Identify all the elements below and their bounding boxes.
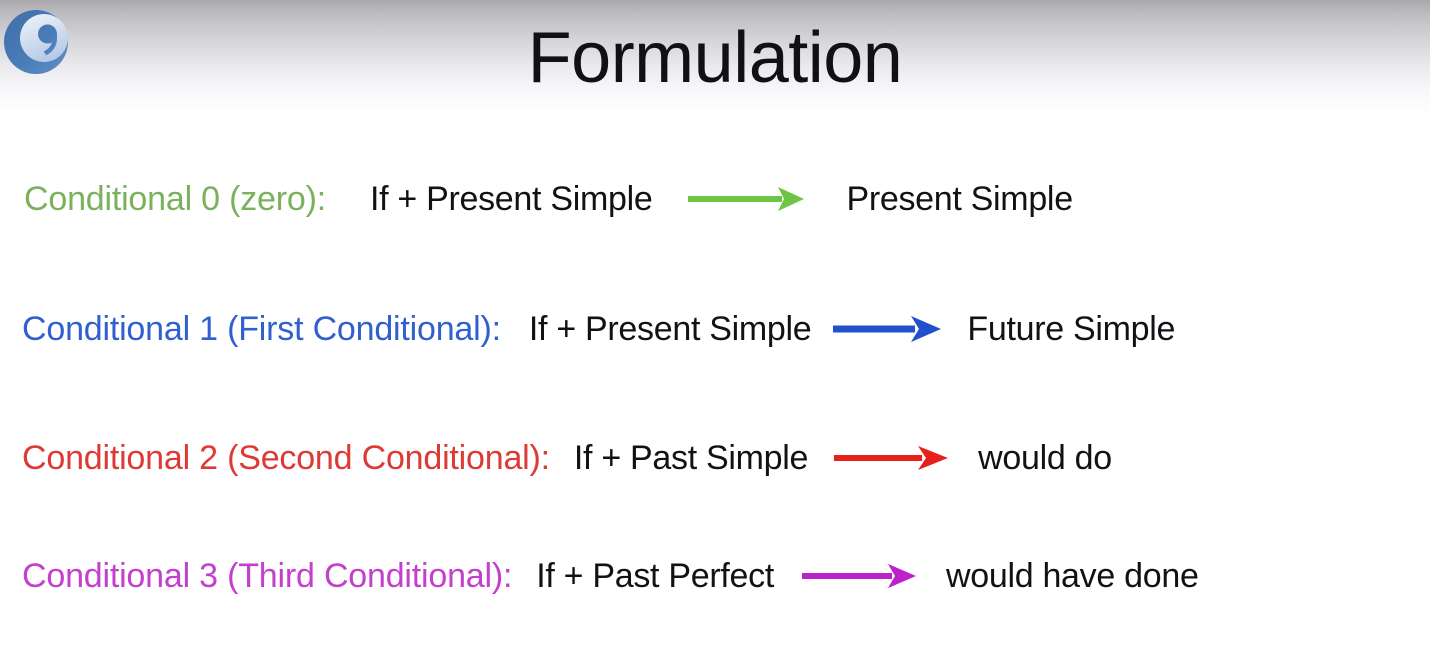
condition-clause-3: If + Past Perfect — [536, 557, 774, 595]
conditional-row-2: Conditional 2 (Second Conditional): If +… — [0, 441, 1430, 475]
result-clause-2: would do — [978, 439, 1112, 477]
condition-clause-1: If + Present Simple — [528, 310, 812, 348]
conditional-row-3: Conditional 3 (Third Conditional): If + … — [0, 559, 1430, 593]
right-arrow-icon — [686, 184, 806, 214]
conditional-row-1: Conditional 1 (First Conditional): If + … — [0, 312, 1430, 346]
conditional-label-0: Conditional 0 (zero): — [24, 180, 326, 218]
condition-clause-0: If + Present Simple — [369, 180, 653, 218]
result-clause-0: Present Simple — [846, 180, 1073, 218]
conditional-label-1: Conditional 1 (First Conditional): — [22, 310, 501, 348]
slide-canvas: Formulation Conditional 0 (zero): If + P… — [0, 0, 1430, 668]
page-title: Formulation — [527, 18, 903, 98]
right-arrow-icon — [800, 561, 918, 591]
condition-clause-2: If + Past Simple — [573, 439, 809, 477]
conditional-label-3: Conditional 3 (Third Conditional): — [22, 557, 513, 595]
right-arrow-icon — [832, 443, 950, 473]
right-arrow-icon — [831, 314, 943, 344]
result-clause-3: would have done — [945, 557, 1199, 595]
result-clause-1: Future Simple — [967, 310, 1176, 348]
conditional-label-2: Conditional 2 (Second Conditional): — [22, 439, 550, 477]
conditional-row-0: Conditional 0 (zero): If + Present Simpl… — [0, 182, 1430, 216]
